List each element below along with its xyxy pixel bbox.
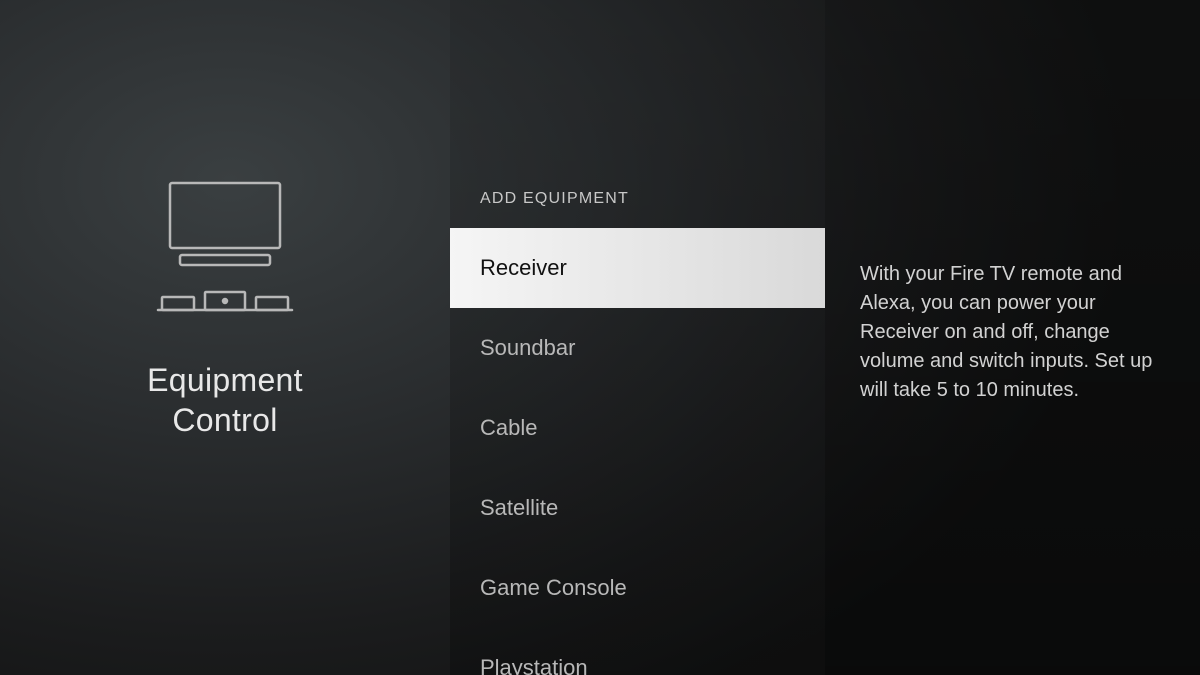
menu-item-playstation[interactable]: Playstation bbox=[450, 628, 825, 675]
menu-item-label: Satellite bbox=[480, 495, 558, 521]
section-title-line1: EquipmentControl bbox=[147, 362, 303, 438]
menu-item-label: Receiver bbox=[480, 255, 567, 281]
detail-pane: With your Fire TV remote and Alexa, you … bbox=[825, 0, 1200, 675]
menu-pane: ADD EQUIPMENT Receiver Soundbar Cable Sa… bbox=[450, 0, 825, 675]
menu-item-label: Playstation bbox=[480, 655, 588, 675]
settings-screen: EquipmentControl ADD EQUIPMENT Receiver … bbox=[0, 0, 1200, 675]
left-pane: EquipmentControl bbox=[0, 0, 450, 675]
menu-item-label: Cable bbox=[480, 415, 537, 441]
menu-header: ADD EQUIPMENT bbox=[450, 190, 825, 228]
section-title: EquipmentControl bbox=[147, 360, 303, 440]
detail-description: With your Fire TV remote and Alexa, you … bbox=[860, 260, 1160, 405]
menu-item-soundbar[interactable]: Soundbar bbox=[450, 308, 825, 388]
menu-item-game-console[interactable]: Game Console bbox=[450, 548, 825, 628]
menu-item-satellite[interactable]: Satellite bbox=[450, 468, 825, 548]
menu-item-cable[interactable]: Cable bbox=[450, 388, 825, 468]
menu-item-label: Game Console bbox=[480, 575, 627, 601]
menu-item-receiver[interactable]: Receiver bbox=[450, 228, 825, 308]
menu-item-label: Soundbar bbox=[480, 335, 575, 361]
equipment-icon bbox=[150, 175, 300, 320]
